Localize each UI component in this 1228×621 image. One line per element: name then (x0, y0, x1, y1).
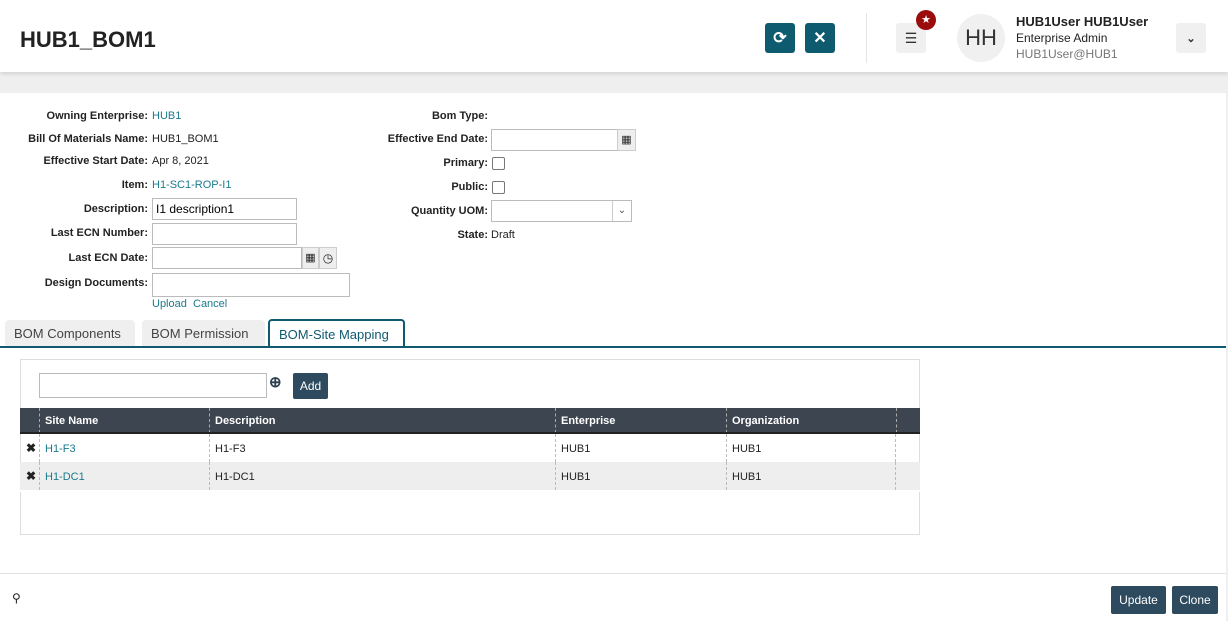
table-header-cell (896, 408, 920, 433)
tab-underline (0, 346, 1226, 348)
last-ecn-date-input[interactable] (152, 247, 302, 269)
design-documents-label: Design Documents: (44, 277, 148, 289)
effective-end-label: Effective End Date: (387, 133, 488, 145)
design-documents-field[interactable] (152, 273, 350, 297)
tab-bom-site-mapping[interactable]: BOM-Site Mapping (268, 319, 405, 348)
primary-label: Primary: (443, 157, 488, 169)
column-header-description[interactable]: Description (209, 408, 555, 433)
public-checkbox[interactable] (492, 181, 505, 194)
header: HUB1_BOM1 ⟳ ✕ ☰ ★ HH HUB1User HUB1User E… (0, 0, 1228, 72)
quantity-uom-label: Quantity UOM: (411, 205, 488, 217)
add-button[interactable]: Add (293, 373, 328, 399)
site-search-input[interactable] (39, 373, 267, 398)
organization-cell: HUB1 (726, 434, 896, 462)
clock-icon[interactable]: ◷ (319, 247, 337, 269)
table-row: ✖ H1-F3 H1-F3 HUB1 HUB1 (20, 434, 920, 462)
table-footer (20, 490, 920, 492)
enterprise-cell: HUB1 (555, 462, 726, 490)
calendar-icon[interactable]: ▦ (617, 129, 636, 151)
zoom-in-search-icon[interactable]: ⊕ (269, 373, 282, 391)
table-row: ✖ H1-DC1 H1-DC1 HUB1 HUB1 (20, 462, 920, 490)
close-button[interactable]: ✕ (805, 23, 835, 53)
state-label: State: (457, 229, 488, 241)
delete-icon[interactable]: ✖ (26, 469, 36, 483)
enterprise-cell: HUB1 (555, 434, 726, 462)
update-button[interactable]: Update (1111, 586, 1166, 614)
primary-checkbox[interactable] (492, 157, 505, 170)
bom-type-label: Bom Type: (431, 110, 488, 122)
user-name: HUB1User HUB1User (1016, 14, 1149, 29)
page-title: HUB1_BOM1 (20, 27, 156, 52)
refresh-button[interactable]: ⟳ (765, 23, 795, 53)
user-menu-button[interactable]: ⌄ (1176, 23, 1206, 53)
chevron-down-icon: ⌄ (1186, 32, 1196, 45)
star-badge-icon[interactable]: ★ (916, 10, 936, 30)
clone-button[interactable]: Clone (1172, 586, 1218, 614)
user-email: HUB1User@HUB1 (1016, 47, 1118, 61)
delete-icon[interactable]: ✖ (26, 441, 36, 455)
tab-bom-permission[interactable]: BOM Permission (142, 320, 265, 347)
close-icon: ✕ (813, 30, 827, 47)
cancel-link[interactable]: Cancel (193, 298, 227, 310)
site-name-link[interactable]: H1-DC1 (39, 462, 209, 490)
column-header-site-name[interactable]: Site Name (39, 408, 209, 433)
calendar-icon[interactable]: ▦ (302, 247, 319, 269)
state-value: Draft (491, 229, 515, 241)
user-role: Enterprise Admin (1016, 31, 1108, 45)
column-header-enterprise[interactable]: Enterprise (555, 408, 726, 433)
table-header-cell (20, 408, 39, 433)
info-icon[interactable]: ⚲ (12, 591, 21, 605)
main-panel (0, 93, 1226, 621)
last-ecn-date-label: Last ECN Date: (68, 252, 148, 264)
description-cell: H1-DC1 (209, 462, 555, 490)
chevron-down-icon[interactable]: ⌄ (612, 201, 631, 221)
upload-link[interactable]: Upload (152, 298, 187, 310)
hamburger-icon: ☰ (904, 29, 918, 46)
organization-cell: HUB1 (726, 462, 896, 490)
effective-end-input[interactable] (491, 129, 618, 151)
quantity-uom-select[interactable] (491, 200, 632, 222)
public-label: Public: (451, 181, 488, 193)
site-name-link[interactable]: H1-F3 (39, 434, 209, 462)
column-header-organization[interactable]: Organization (726, 408, 896, 433)
refresh-icon: ⟳ (773, 30, 787, 47)
divider (866, 13, 867, 63)
footer-divider (0, 573, 1226, 574)
avatar[interactable]: HH (957, 14, 1005, 62)
description-cell: H1-F3 (209, 434, 555, 462)
tab-bom-components[interactable]: BOM Components (5, 320, 135, 347)
